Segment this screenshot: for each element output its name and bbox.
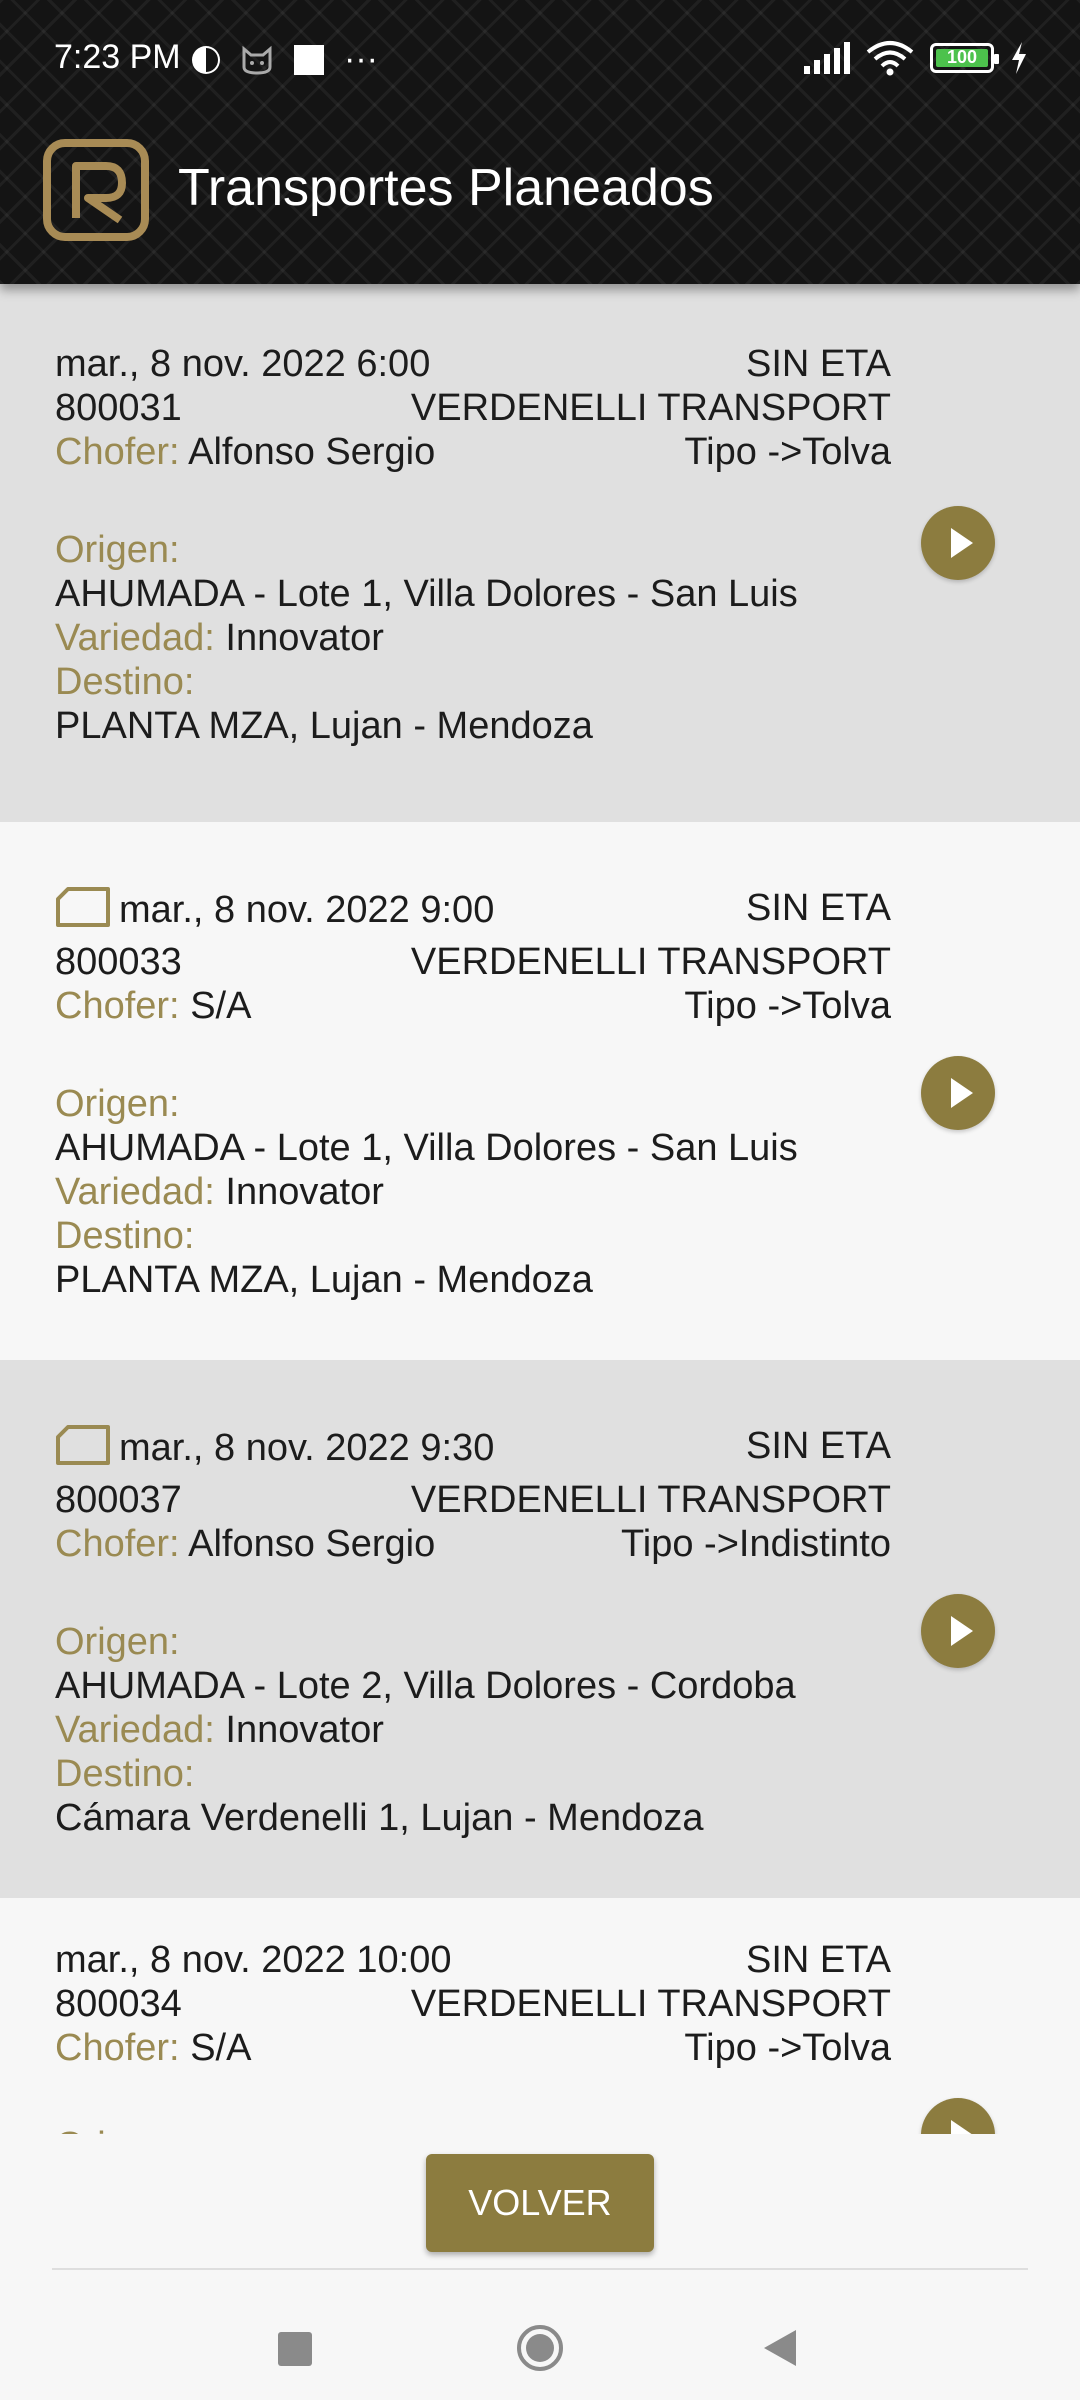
destino-value: PLANTA MZA, Lujan - Mendoza: [55, 1259, 593, 1301]
chofer-value: Alfonso Sergio: [188, 431, 436, 473]
origen-label: Origen:: [55, 1621, 180, 1663]
chofer-value: S/A: [190, 2027, 252, 2069]
eta-status: SIN ETA: [746, 1939, 891, 1981]
incognito-icon: [192, 45, 220, 74]
back-button[interactable]: [762, 2328, 798, 2368]
transport-company: VERDENELLI TRANSPORT: [410, 1479, 891, 1521]
document-icon: [56, 887, 110, 927]
notification-icons: ···: [190, 40, 378, 79]
notification-square-icon: [294, 44, 324, 75]
origen-label: Origen:: [55, 529, 180, 571]
origen-value: AHUMADA - Lote 1, Villa Dolores - San Lu…: [55, 1127, 798, 1169]
transport-type: Tipo ->Tolva: [684, 985, 891, 1027]
chofer-label: Chofer:: [55, 1523, 180, 1565]
app-logo: [43, 139, 149, 241]
origen-value: AHUMADA - Lote 1, Villa Dolores - San Lu…: [55, 573, 798, 615]
variedad-label: Variedad:: [55, 1709, 215, 1751]
variedad-label: Variedad:: [55, 617, 215, 659]
transport-id: 800037: [55, 1479, 182, 1521]
play-button[interactable]: [921, 1056, 995, 1130]
recents-button[interactable]: [278, 2332, 312, 2366]
play-button[interactable]: [921, 1594, 995, 1668]
battery-icon: 100: [930, 43, 999, 73]
transport-date: mar., 8 nov. 2022 9:00: [119, 889, 495, 931]
battery-level: 100: [946, 47, 978, 67]
system-nav-bar: [0, 2270, 1080, 2400]
origen-value: AHUMADA - Lote 2, Villa Dolores - Cordob…: [55, 1665, 796, 1707]
transport-type: Tipo ->Tolva: [684, 431, 891, 473]
transport-card[interactable]: mar., 8 nov. 2022 9:30 SIN ETA 800037 VE…: [0, 1360, 1080, 1898]
origen-label: Origen:: [55, 2125, 180, 2134]
variedad-label: Variedad:: [55, 1171, 215, 1213]
destino-label: Destino:: [55, 1753, 195, 1795]
transport-card[interactable]: mar., 8 nov. 2022 9:00 SIN ETA 800033 VE…: [0, 822, 1080, 1360]
transport-date: mar., 8 nov. 2022 9:30: [119, 1427, 495, 1469]
home-button[interactable]: [516, 2324, 564, 2372]
transport-id: 800034: [55, 1983, 182, 2025]
transport-id: 800031: [55, 387, 182, 429]
destino-label: Destino:: [55, 1215, 195, 1257]
origen-label: Origen:: [55, 1083, 180, 1125]
transport-company: VERDENELLI TRANSPORT: [410, 1983, 891, 2025]
play-button[interactable]: [921, 2098, 995, 2134]
chofer-label: Chofer:: [55, 985, 180, 1027]
chofer-value: S/A: [190, 985, 252, 1027]
transport-type: Tipo ->Indistinto: [620, 1523, 891, 1565]
document-icon: [56, 1425, 110, 1465]
destino-value: PLANTA MZA, Lujan - Mendoza: [55, 705, 593, 747]
transport-card[interactable]: mar., 8 nov. 2022 10:00 SIN ETA 800034 V…: [0, 1898, 1080, 2134]
destino-label: Destino:: [55, 661, 195, 703]
chofer-label: Chofer:: [55, 2027, 180, 2069]
more-notifications: ···: [344, 40, 378, 78]
eta-status: SIN ETA: [746, 1425, 891, 1467]
chofer-value: Alfonso Sergio: [188, 1523, 436, 1565]
cat-icon: [242, 45, 272, 75]
wifi-icon: [866, 41, 914, 76]
transport-company: VERDENELLI TRANSPORT: [410, 387, 891, 429]
volver-button[interactable]: VOLVER: [426, 2154, 654, 2252]
transport-type: Tipo ->Tolva: [684, 2027, 891, 2069]
transport-list[interactable]: mar., 8 nov. 2022 6:00 SIN ETA 800031 VE…: [0, 284, 1080, 2134]
transport-id: 800033: [55, 941, 182, 983]
charging-icon: [1012, 42, 1026, 74]
status-time: 7:23 PM: [54, 38, 181, 76]
destino-value: Cámara Verdenelli 1, Lujan - Mendoza: [55, 1797, 704, 1839]
variedad-value: Innovator: [225, 1709, 384, 1751]
system-icons: 100: [802, 40, 1028, 76]
status-bar: 7:23 PM ··· 100: [0, 0, 1080, 120]
chofer-label: Chofer:: [55, 431, 180, 473]
transport-company: VERDENELLI TRANSPORT: [410, 941, 891, 983]
variedad-value: Innovator: [225, 617, 384, 659]
page-title: Transportes Planeados: [178, 159, 714, 217]
play-button[interactable]: [921, 506, 995, 580]
transport-date: mar., 8 nov. 2022 6:00: [55, 343, 431, 385]
transport-card[interactable]: mar., 8 nov. 2022 6:00 SIN ETA 800031 VE…: [0, 284, 1080, 822]
signal-icon: [804, 42, 850, 74]
eta-status: SIN ETA: [746, 343, 891, 385]
transport-date: mar., 8 nov. 2022 10:00: [55, 1939, 452, 1981]
app-bar: 7:23 PM ··· 100 Transportes Planeados: [0, 0, 1080, 284]
variedad-value: Innovator: [225, 1171, 384, 1213]
eta-status: SIN ETA: [746, 887, 891, 929]
